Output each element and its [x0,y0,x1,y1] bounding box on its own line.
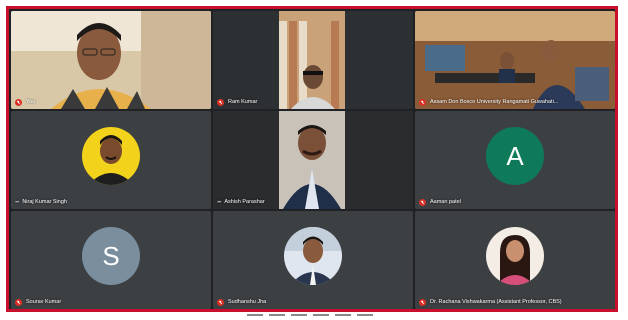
indicator-segment [313,314,329,316]
participant-name: You [26,98,36,105]
indicator-segment [247,314,263,316]
participant-grid: You Ram Kumar Assam Don Bosco University… [11,11,615,309]
participant-label: You [15,99,35,106]
avatar [284,227,342,286]
indicator-segment [335,314,351,316]
bottom-indicator-bar [140,312,480,318]
mic-off-icon [15,299,22,306]
avatar [486,227,544,286]
avatar-letter: A [486,127,544,186]
participant-name: Aaman patel [430,198,461,205]
indicator-segment [269,314,285,316]
participant-name: Sourav Kumar [26,298,62,305]
participant-name: Sudhanshu Jha [228,298,267,305]
participant-name: Niraj Kumar Singh [22,199,67,206]
participant-label: Ram Kumar [217,99,257,106]
indicator-segment [357,314,373,316]
more-options-icon[interactable]: ••• [217,200,221,206]
participant-video [213,111,413,209]
participant-tile-dr-rachana-vishwakarma[interactable]: Dr. Rachana Vishwakarma (Assistant Profe… [415,211,615,309]
participant-tile-ram-kumar[interactable]: Ram Kumar [213,11,413,109]
participant-label: ••• Ashish Parashar [217,200,265,206]
participant-tile-ashish-parashar[interactable]: ••• Ashish Parashar [213,111,413,209]
participant-video [213,11,413,109]
participant-video [11,11,211,109]
participant-name: Ashish Parashar [224,199,265,206]
participant-tile-sourav-kumar[interactable]: S Sourav Kumar [11,211,211,309]
indicator-segment [291,314,307,316]
participant-tile-niraj-kumar-singh[interactable]: ••• Niraj Kumar Singh [11,111,211,209]
more-options-icon[interactable]: ••• [15,200,19,206]
mic-off-icon [217,299,224,306]
participant-name: Dr. Rachana Vishwakarma (Assistant Profe… [430,298,562,305]
mic-off-icon [217,99,224,106]
participant-tile-conference-room[interactable]: Assam Don Bosco University Rangamati Guw… [415,11,615,109]
participant-tile-sudhanshu-jha[interactable]: Sudhanshu Jha [213,211,413,309]
participant-label: Sudhanshu Jha [217,299,266,306]
mic-off-icon [419,99,426,106]
participant-label: ••• Niraj Kumar Singh [15,200,67,206]
participant-tile-you[interactable]: You [11,11,211,109]
mic-off-icon [419,199,426,206]
participant-label: Assam Don Bosco University Rangamati Guw… [419,99,558,106]
avatar-letter: S [82,227,140,286]
participant-label: Dr. Rachana Vishwakarma (Assistant Profe… [419,299,562,306]
participant-name: Ram Kumar [228,98,258,105]
participant-name: Assam Don Bosco University Rangamati Guw… [430,98,559,105]
participant-label: Aaman patel [419,199,461,206]
participant-video [415,11,615,109]
participant-tile-aaman-patel[interactable]: A Aaman patel [415,111,615,209]
mic-off-icon [419,299,426,306]
avatar [82,127,140,186]
meeting-frame: You Ram Kumar Assam Don Bosco University… [6,6,618,312]
participant-label: Sourav Kumar [15,299,61,306]
mic-off-icon [15,99,22,106]
